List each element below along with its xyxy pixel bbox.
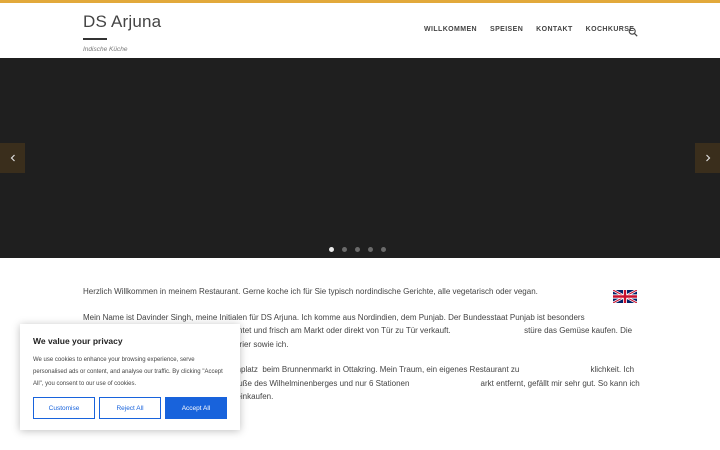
cookie-text: We use cookies to enhance your browsing …: [33, 357, 223, 387]
slider-next-button[interactable]: [695, 143, 720, 173]
reject-all-button[interactable]: Reject All: [99, 397, 161, 419]
nav-item-willkommen[interactable]: WILLKOMMEN: [424, 26, 477, 33]
site-tagline: Indische Küche: [83, 46, 128, 53]
slider-dot[interactable]: [342, 247, 347, 252]
hero-slider: [0, 58, 720, 258]
slider-dot[interactable]: [381, 247, 386, 252]
cookie-title: We value your privacy: [33, 336, 123, 346]
main-nav: WILLKOMMEN SPEISEN KONTAKT KOCHKURSE: [424, 26, 634, 33]
cookie-consent-banner: We value your privacy We use cookies to …: [20, 324, 240, 430]
customise-button[interactable]: Customise: [33, 397, 95, 419]
nav-item-kontakt[interactable]: KONTAKT: [536, 26, 573, 33]
slider-dot[interactable]: [329, 247, 334, 252]
uk-flag-icon[interactable]: [613, 290, 637, 303]
brand-divider: [83, 38, 107, 40]
slider-dot[interactable]: [368, 247, 373, 252]
slider-dots: [329, 247, 386, 252]
chevron-right-icon: [705, 154, 710, 162]
slider-prev-button[interactable]: [0, 143, 25, 173]
cookie-buttons: Customise Reject All Accept All: [33, 397, 227, 419]
welcome-paragraph: Herzlich Willkommen in meinem Restaurant…: [83, 287, 538, 296]
search-icon[interactable]: [628, 27, 638, 37]
site-title[interactable]: DS Arjuna: [83, 12, 161, 32]
slider-dot[interactable]: [355, 247, 360, 252]
chevron-left-icon: [10, 154, 15, 162]
nav-item-speisen[interactable]: SPEISEN: [490, 26, 523, 33]
site-header: DS Arjuna Indische Küche WILLKOMMEN SPEI…: [0, 3, 720, 58]
brand: DS Arjuna Indische Küche: [83, 12, 161, 53]
accept-all-button[interactable]: Accept All: [165, 397, 227, 419]
